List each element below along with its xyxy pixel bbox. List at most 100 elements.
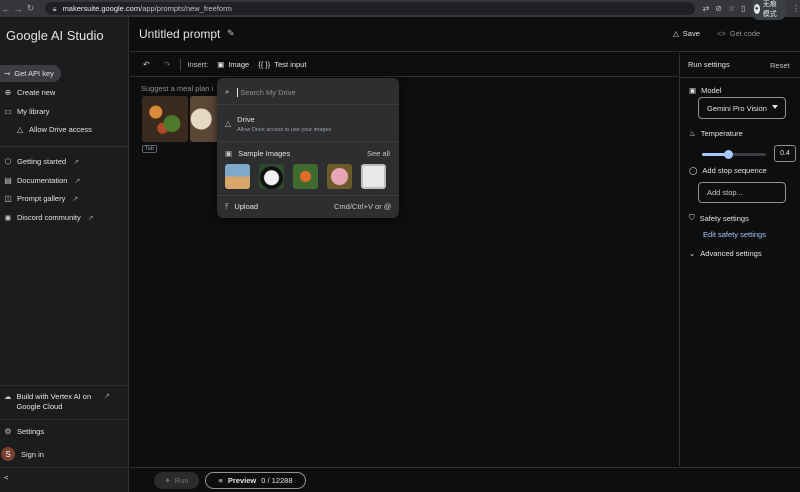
- sidebar-divider: [0, 385, 129, 386]
- insert-test-input-button[interactable]: {{ }} Test input: [258, 60, 306, 69]
- model-select[interactable]: Gemini Pro Vision: [698, 97, 786, 119]
- sparkle-icon: ✦: [164, 476, 171, 485]
- vertex-line-1: Build with Vertex AI on: [16, 392, 92, 401]
- temperature-slider-thumb[interactable]: [723, 150, 733, 159]
- safety-settings-label: Safety settings: [699, 213, 749, 223]
- reload-icon[interactable]: ↻: [24, 2, 36, 16]
- get-api-key-label: Get API key: [14, 69, 54, 78]
- prompt-title[interactable]: Untitled prompt: [139, 27, 220, 41]
- run-label: Run: [174, 476, 189, 485]
- insert-label: Insert:: [187, 60, 209, 69]
- see-all-link[interactable]: See all: [367, 149, 390, 158]
- drive-save-icon: △: [673, 29, 679, 38]
- image-icon: ▣: [217, 60, 225, 69]
- external-link-icon: ↗: [104, 393, 111, 400]
- insert-image-menu: ⌕ Search My Drive △ Drive Allow Drive ac…: [217, 78, 399, 218]
- save-button[interactable]: △ Save: [673, 29, 700, 38]
- vertex-ai-label: Build with Vertex AI on Google Cloud: [17, 392, 92, 412]
- sidebar-item-label: Discord community: [17, 213, 81, 222]
- back-icon[interactable]: ←: [0, 2, 12, 16]
- collapse-sidebar-button[interactable]: <: [4, 473, 8, 482]
- temperature-slider[interactable]: [702, 150, 766, 159]
- sidebar-item-settings[interactable]: ⚙ Settings: [4, 427, 44, 436]
- undo-icon[interactable]: ↶: [143, 60, 150, 69]
- sign-in-link[interactable]: Sign in: [21, 450, 44, 459]
- attached-food-image[interactable]: [142, 96, 188, 142]
- sidebar-item-create-new[interactable]: ⊕ Create new: [4, 88, 56, 97]
- toolbar-divider: [180, 58, 182, 71]
- edit-safety-settings-link[interactable]: Edit safety settings: [703, 230, 766, 239]
- sample-image-panda[interactable]: [259, 164, 284, 189]
- avatar[interactable]: S: [1, 447, 15, 461]
- forward-icon[interactable]: →: [12, 2, 24, 16]
- sample-image-flower-pink[interactable]: [327, 164, 352, 189]
- save-label: Save: [682, 29, 700, 38]
- sidebar-item-label: Settings: [17, 427, 45, 436]
- chevron-down-icon: ⌄: [689, 249, 696, 258]
- reset-button[interactable]: Reset: [770, 61, 790, 70]
- upload-label: Upload: [234, 202, 259, 211]
- drive-icon: △: [16, 125, 24, 134]
- drive-option[interactable]: △ Drive Allow Drive access to use your i…: [225, 115, 331, 133]
- sidebar-item-label: Allow Drive access: [29, 125, 92, 134]
- gallery-icon: ◫: [4, 194, 12, 203]
- insert-image-button[interactable]: ▣ Image: [217, 60, 249, 69]
- list-icon: ≡: [218, 476, 223, 485]
- temperature-icon: ♨: [689, 129, 696, 138]
- model-section: ▣ Model: [689, 86, 722, 95]
- edit-pencil-icon[interactable]: ✎: [227, 28, 235, 39]
- incognito-icon: ●: [753, 3, 760, 14]
- sample-images-label: Sample Images: [238, 149, 291, 158]
- code-icon: <>: [717, 29, 726, 38]
- insert-image-label: Image: [228, 60, 250, 69]
- sidebar-item-label: Getting started: [17, 157, 67, 166]
- sidebar-item-documentation[interactable]: ▤ Documentation ↗: [4, 176, 80, 185]
- search-icon: ⌕: [225, 87, 230, 96]
- sample-image-paper[interactable]: [361, 164, 386, 189]
- model-icon: ▣: [689, 86, 697, 95]
- menu-divider: [217, 141, 399, 142]
- drive-search-input[interactable]: ⌕ Search My Drive: [225, 87, 296, 97]
- safety-section: ⛉ Safety settings: [689, 213, 749, 223]
- external-link-icon: ↗: [87, 214, 94, 222]
- vertex-line-2: Google Cloud: [16, 402, 63, 411]
- sample-images-row: [225, 164, 386, 189]
- sidebar-item-my-library[interactable]: ▭ My library: [4, 107, 50, 116]
- sidebar-item-discord[interactable]: ◉ Discord community ↗: [4, 213, 94, 222]
- brand-title: Google AI Studio: [6, 28, 104, 43]
- sidebar-item-prompt-gallery[interactable]: ◫ Prompt gallery ↗: [4, 194, 78, 203]
- browser-menu-icon[interactable]: ⋮: [792, 4, 800, 13]
- redo-icon[interactable]: ↷: [164, 60, 171, 69]
- sample-image-flower-orange[interactable]: [293, 164, 318, 189]
- drive-icon: △: [225, 119, 232, 128]
- eye-off-icon[interactable]: ⊘: [715, 4, 722, 13]
- address-bar[interactable]: 🔒︎ makersuite.google.com/app/prompts/new…: [44, 2, 695, 15]
- sidebar-item-getting-started[interactable]: ⬡ Getting started ↗: [4, 157, 80, 166]
- sidebar-item-label: My library: [17, 107, 50, 116]
- upload-option[interactable]: ⤒ Upload: [225, 202, 258, 212]
- translate-icon[interactable]: ⇄: [703, 4, 710, 13]
- drive-search-placeholder: Search My Drive: [240, 87, 296, 97]
- plus-circle-icon: ⊕: [4, 88, 12, 97]
- sidebar-divider: [0, 419, 129, 420]
- sidebar-item-allow-drive[interactable]: △ Allow Drive access: [16, 125, 92, 134]
- rocket-icon: ⬡: [4, 157, 12, 166]
- image-icon: ▣: [225, 149, 233, 158]
- attached-food-image[interactable]: [190, 96, 218, 142]
- sample-image-beach[interactable]: [225, 164, 250, 189]
- browser-toolbar: ← → ↻ 🔒︎ makersuite.google.com/app/promp…: [0, 0, 800, 20]
- run-button[interactable]: ✦ Run: [154, 472, 199, 489]
- temperature-value-input[interactable]: 0.4: [774, 145, 796, 162]
- get-api-key-button[interactable]: ⊸ Get API key: [0, 65, 61, 82]
- stop-sequence-input[interactable]: Add stop...: [698, 182, 786, 203]
- prompt-text[interactable]: Suggest a meal plan i: [141, 84, 213, 93]
- vertex-ai-link[interactable]: ☁ Build with Vertex AI on Google Cloud ↗: [4, 392, 110, 412]
- url-host: makersuite.google.com: [62, 4, 141, 13]
- sidebar-panel-icon[interactable]: ▯: [741, 4, 745, 13]
- star-icon[interactable]: ☆: [728, 4, 735, 13]
- sidebar: Google AI Studio ⊸ Get API key ⊕ Create …: [0, 17, 129, 492]
- upload-shortcut-hint: Cmd/Ctrl+V or @: [334, 202, 392, 211]
- preview-button[interactable]: ≡ Preview 0 / 12288: [205, 472, 306, 489]
- get-code-button[interactable]: <> Get code: [717, 29, 760, 38]
- advanced-settings-toggle[interactable]: ⌄ Advanced settings: [689, 249, 762, 258]
